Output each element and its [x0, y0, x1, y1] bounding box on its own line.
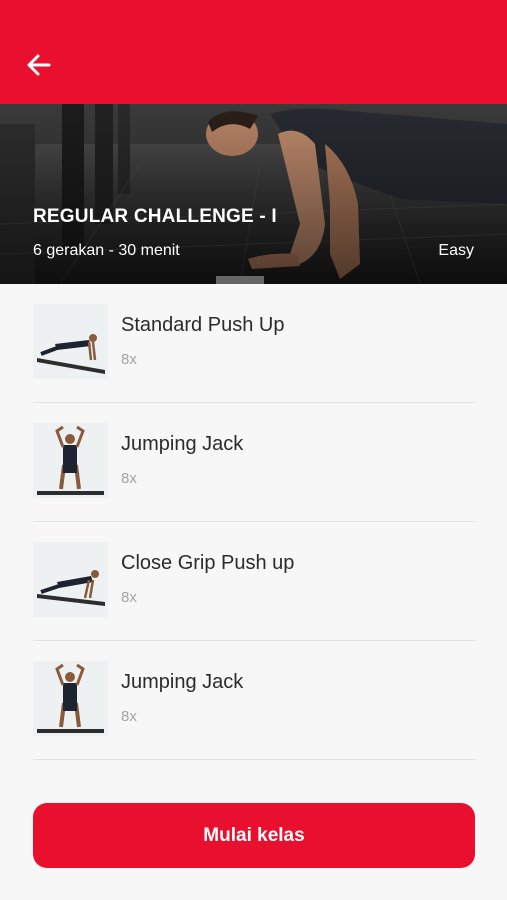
exercise-thumbnail	[33, 661, 108, 736]
exercise-reps: 8x	[121, 470, 137, 487]
push-up-figure-icon	[37, 334, 105, 374]
app-bar	[0, 0, 507, 104]
program-banner: REGULAR CHALLENGE - I 6 gerakan - 30 men…	[0, 104, 507, 284]
exercise-name: Jumping Jack	[121, 433, 244, 455]
program-title: REGULAR CHALLENGE - I	[33, 206, 277, 227]
exercise-list: Standard Push Up 8x Jumping Jack 8x Clos…	[33, 284, 475, 760]
exercise-item[interactable]: Close Grip Push up 8x	[33, 522, 475, 641]
exercise-name: Standard Push Up	[121, 314, 285, 336]
program-level-badge: Easy	[438, 242, 474, 259]
exercise-reps: 8x	[121, 351, 137, 368]
exercise-item[interactable]: Standard Push Up 8x	[33, 284, 475, 403]
program-meta: 6 gerakan - 30 menit	[33, 242, 180, 259]
exercise-reps: 8x	[121, 589, 137, 606]
back-button[interactable]	[22, 48, 56, 82]
close-grip-push-up-figure-icon	[37, 570, 105, 606]
start-class-button[interactable]: Mulai kelas	[33, 803, 475, 868]
exercise-thumbnail	[33, 542, 108, 617]
exercise-item[interactable]: Jumping Jack 8x	[33, 641, 475, 760]
exercise-thumbnail	[33, 304, 108, 379]
jumping-jack-figure-icon	[37, 425, 104, 495]
exercise-reps: 8x	[121, 708, 137, 725]
exercise-name: Close Grip Push up	[121, 552, 295, 574]
exercise-name: Jumping Jack	[121, 671, 244, 693]
jumping-jack-figure-icon	[37, 663, 104, 733]
exercise-item[interactable]: Jumping Jack 8x	[33, 403, 475, 522]
arrow-left-icon	[27, 54, 51, 76]
exercise-thumbnail	[33, 423, 108, 498]
